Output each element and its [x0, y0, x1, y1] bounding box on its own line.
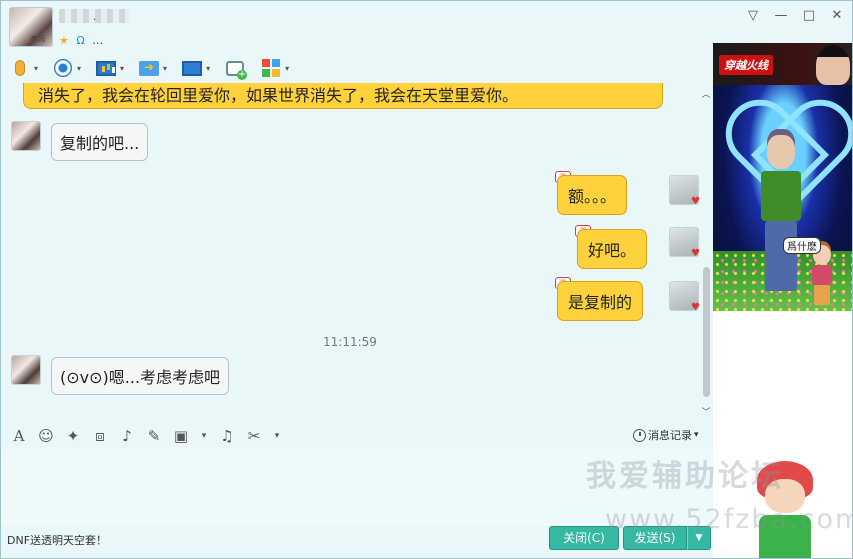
contact-avatar-small[interactable] [11, 121, 41, 151]
font-icon[interactable]: A [11, 427, 27, 445]
screenshot-icon[interactable]: ⧈ [92, 427, 108, 445]
apps-button[interactable]: ▾ [260, 58, 289, 78]
music-icon[interactable]: ♫ [219, 427, 235, 445]
video-call-button[interactable]: ▾ [52, 58, 81, 78]
add-chat-icon [224, 58, 248, 80]
chevron-down-icon[interactable]: ▾ [34, 64, 38, 73]
add-chat-button[interactable] [224, 58, 248, 80]
qq-show-image[interactable]: 爲什麽 [713, 85, 852, 311]
chevron-down-icon[interactable]: ▾ [273, 431, 281, 441]
remote-desktop-icon [181, 58, 203, 78]
magic-icon[interactable]: ✦ [65, 427, 81, 445]
menu-icon[interactable]: ▽ [746, 9, 760, 23]
format-toolbar: A ☺ ✦ ⧈ ♪ ✎ ▣ ▾ ♫ ✂ ▾ [1, 423, 713, 449]
minimize-icon[interactable]: — [774, 9, 788, 23]
self-avatar-small[interactable] [669, 227, 700, 259]
avatar-nick: 斈咔 [30, 35, 46, 44]
message-text: 好吧。 [588, 241, 637, 260]
show-child-image [811, 245, 833, 305]
message-text: 消失了，我会在轮回里爱你，如果世界消失了，我会在天堂里爱你。 [38, 86, 519, 105]
message-timestamp: 11:11:59 [323, 335, 377, 349]
message-bubble-self: 好吧。 [577, 229, 648, 269]
status-icons: ★ Ω … [59, 34, 107, 47]
promo-text[interactable]: DNF送透明天空套！ [7, 532, 107, 548]
vip-icon[interactable]: Ω [76, 34, 84, 47]
remote-desktop-button[interactable]: ▾ [181, 58, 210, 78]
chevron-down-icon[interactable]: ▾ [200, 431, 208, 441]
chat-window: 斈咔 · ★ Ω … ▽ — □ ✕ ▾ ▾ ▾ ▾ [0, 0, 853, 559]
clock-icon [633, 428, 646, 442]
main-toolbar: ▾ ▾ ▾ ▾ ▾ ▾ [1, 53, 711, 83]
maximize-icon[interactable]: □ [802, 9, 816, 23]
ad-character-image [816, 45, 850, 85]
chevron-down-icon[interactable]: ▾ [120, 64, 124, 73]
file-transfer-icon [138, 58, 160, 78]
image-icon[interactable]: ▣ [173, 427, 189, 445]
chevron-down-icon[interactable]: ▾ [285, 64, 289, 73]
ad-logo: 穿越火线 [719, 55, 773, 75]
message-bubble-self: 是复制的 [557, 281, 644, 321]
chevron-down-icon[interactable]: ▾ [77, 64, 81, 73]
chat-scrollbar[interactable]: ︿ ﹀ [701, 87, 711, 418]
message-text: 额。。。 [568, 187, 617, 206]
microphone-icon [9, 58, 31, 78]
chat-history[interactable]: 消失了，我会在轮回里爱你，如果世界消失了，我会在天堂里爱你。 复制的吧... ㊣… [1, 83, 713, 421]
star-icon[interactable]: ★ [59, 34, 69, 47]
message-bubble-other: 复制的吧... [51, 123, 149, 161]
voice-message-icon[interactable]: ♪ [119, 427, 135, 445]
message-bubble-self: 消失了，我会在轮回里爱你，如果世界消失了，我会在天堂里爱你。 [23, 83, 663, 109]
message-bubble-self: 额。。。 [557, 175, 628, 215]
contact-avatar[interactable]: 斈咔 [9, 7, 53, 47]
close-icon[interactable]: ✕ [830, 9, 844, 23]
message-bubble-other: (⊙v⊙)嗯...考虑考虑吧 [51, 357, 230, 395]
message-history-button[interactable]: 消息记录 ▾ [633, 427, 699, 443]
self-avatar-small[interactable] [669, 175, 700, 207]
show-caption: 爲什麽 [783, 237, 821, 254]
scroll-down-icon[interactable]: ﹀ [701, 405, 711, 418]
message-text: 是复制的 [568, 293, 633, 312]
emoji-icon[interactable]: ☺ [38, 427, 54, 445]
scroll-up-icon[interactable]: ︿ [701, 87, 711, 100]
scissors-icon[interactable]: ✂ [246, 427, 262, 445]
chevron-down-icon: ▾ [694, 430, 699, 440]
scroll-thumb[interactable] [703, 267, 710, 397]
ad-banner[interactable]: 穿越火线 [713, 43, 852, 85]
webcam-icon [52, 58, 74, 78]
chevron-down-icon[interactable]: ▾ [163, 64, 167, 73]
show-character-image [759, 135, 803, 295]
self-avatar-small[interactable] [669, 281, 700, 313]
message-history-label: 消息记录 [648, 429, 692, 442]
screen-share-button[interactable]: ▾ [95, 58, 124, 78]
watermark-text: 我爱辅助论坛 [586, 459, 784, 494]
title-dot: · [93, 15, 97, 26]
more-icon[interactable]: … [92, 34, 103, 47]
message-text: (⊙v⊙)嗯...考虑考虑吧 [60, 368, 221, 387]
apps-icon [260, 58, 282, 78]
edit-icon[interactable]: ✎ [146, 427, 162, 445]
contact-avatar-small[interactable] [11, 355, 41, 385]
watermark-url: www.52fzba.com [605, 504, 853, 535]
window-controls: ▽ — □ ✕ [746, 9, 844, 23]
chevron-down-icon[interactable]: ▾ [206, 64, 210, 73]
file-transfer-button[interactable]: ▾ [138, 58, 167, 78]
message-text: 复制的吧... [60, 134, 140, 153]
voice-call-button[interactable]: ▾ [9, 58, 38, 78]
screen-share-icon [95, 58, 117, 78]
